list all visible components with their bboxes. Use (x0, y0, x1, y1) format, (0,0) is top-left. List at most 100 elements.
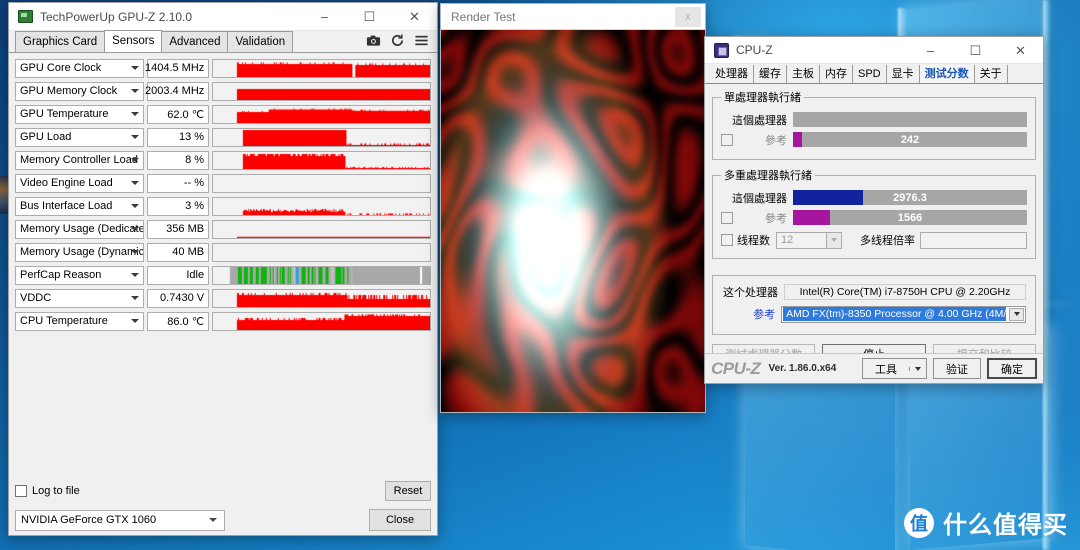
sensor-value: 0.7430 V (147, 288, 210, 308)
multi-thread-ref-bar: 1566 (793, 210, 1027, 225)
sensor-name-select[interactable]: Memory Usage (Dedicated) (15, 219, 145, 239)
sensor-row: GPU Load 13 % (15, 126, 431, 148)
maximize-icon[interactable]: ☐ (953, 35, 998, 65)
gpuz-app-icon (18, 10, 33, 23)
sensor-row: CPU Temperature 86.0 ℃ (15, 310, 431, 332)
chevron-down-icon (826, 232, 841, 248)
sensor-row: GPU Core Clock 1404.5 MHz (15, 57, 431, 79)
sensor-name-label: Memory Usage (Dedicated) (20, 223, 145, 235)
chevron-down-icon (131, 204, 140, 208)
tab-caches[interactable]: 缓存 (754, 65, 787, 83)
tab-validation[interactable]: Validation (227, 31, 294, 52)
watermark-mark: 值 (904, 507, 934, 538)
sensor-value: 3 % (147, 196, 210, 216)
threads-select[interactable]: 12 (776, 231, 842, 249)
gpuz-window-controls: – ☐ ✕ (302, 2, 437, 32)
menu-icon[interactable] (414, 33, 429, 48)
tab-processor[interactable]: 处理器 (710, 65, 754, 83)
minimize-icon[interactable]: – (302, 2, 347, 32)
gpuz-body: Graphics Card Sensors Advanced Validatio… (9, 30, 437, 535)
refresh-icon[interactable] (390, 33, 405, 48)
gpu-select[interactable]: NVIDIA GeForce GTX 1060 (15, 509, 225, 531)
ok-button[interactable]: 确定 (987, 358, 1037, 379)
sensor-value: 13 % (147, 127, 210, 147)
sensor-row: Memory Controller Load 8 % (15, 149, 431, 171)
render-test-titlebar[interactable]: Render Test x (441, 4, 705, 30)
sensor-graph (212, 311, 431, 331)
sensor-row: Video Engine Load -- % (15, 172, 431, 194)
tab-bench[interactable]: 测试分数 (919, 65, 975, 83)
sensor-name-label: Video Engine Load (20, 177, 113, 189)
threads-checkbox[interactable] (721, 234, 733, 246)
validate-button[interactable]: 验证 (933, 358, 981, 379)
tab-graphics-card[interactable]: Graphics Card (15, 31, 106, 52)
sensor-graph (212, 288, 431, 308)
sensor-name-label: Memory Controller Load (20, 154, 138, 166)
sensor-row: Bus Interface Load 3 % (15, 195, 431, 217)
multi-thread-legend: 多重處理器執行緒 (724, 170, 812, 182)
close-icon[interactable]: ✕ (998, 35, 1043, 65)
cpuz-window: CPU-Z – ☐ ✕ 处理器 缓存 主板 内存 SPD 显卡 测试分数 关于 … (704, 36, 1044, 384)
sensor-name-select[interactable]: Video Engine Load (15, 173, 145, 193)
reference-processor-select[interactable]: AMD FX(tm)-8350 Processor @ 4.00 GHz (4M… (781, 305, 1026, 323)
single-thread-ref-checkbox[interactable] (721, 133, 733, 146)
cpuz-tabstrip: 处理器 缓存 主板 内存 SPD 显卡 测试分数 关于 (705, 64, 1043, 84)
camera-icon[interactable] (366, 33, 381, 48)
multi-thread-ref-checkbox[interactable] (721, 211, 733, 224)
multi-thread-group: 多重處理器執行緒 這個處理器 2976.3 參考 1566 线程数 12 多线程… (712, 167, 1036, 259)
minimize-icon[interactable]: – (908, 35, 953, 65)
gpuz-titlebar[interactable]: TechPowerUp GPU-Z 2.10.0 – ☐ ✕ (9, 3, 437, 31)
multi-thread-ref-row: 參考 1566 (721, 209, 1027, 226)
chevron-down-icon (131, 135, 140, 139)
sensor-name-label: VDDC (20, 292, 52, 304)
sensor-name-select[interactable]: CPU Temperature (15, 311, 145, 331)
maximize-icon[interactable]: ☐ (347, 2, 392, 32)
multi-thread-this-cpu-label: 這個處理器 (732, 192, 787, 205)
chevron-down-icon[interactable] (909, 366, 926, 371)
chevron-down-icon (131, 273, 140, 277)
tab-graphics[interactable]: 显卡 (887, 65, 920, 83)
sensor-row: VDDC 0.7430 V (15, 287, 431, 309)
cpuz-body: 單處理器執行緒 這個處理器 參考 242 多重處理器執行緒 這個處理器 2976… (705, 84, 1043, 383)
sensor-name-select[interactable]: GPU Load (15, 127, 145, 147)
tab-mainboard[interactable]: 主板 (787, 65, 820, 83)
sensor-name-select[interactable]: Memory Controller Load (15, 150, 145, 170)
sensor-row: Memory Usage (Dynamic) 40 MB (15, 241, 431, 263)
tab-spd[interactable]: SPD (853, 65, 887, 83)
log-to-file-checkbox[interactable] (15, 485, 27, 497)
tab-sensors[interactable]: Sensors (104, 30, 163, 52)
reference-processor-label: 参考 (753, 309, 776, 321)
sensor-name-select[interactable]: GPU Memory Clock (15, 81, 145, 101)
close-icon[interactable]: x (675, 6, 701, 27)
sensor-name-select[interactable]: PerfCap Reason (15, 265, 145, 285)
chevron-down-icon (131, 158, 140, 162)
tools-button[interactable]: 工具 (862, 358, 927, 379)
cpuz-titlebar[interactable]: CPU-Z – ☐ ✕ (705, 37, 1043, 64)
sensor-name-select[interactable]: GPU Temperature (15, 104, 145, 124)
render-test-canvas (441, 30, 705, 412)
cpuz-version: Ver. 1.86.0.x64 (768, 363, 837, 374)
threads-value: 12 (781, 234, 794, 246)
tab-advanced[interactable]: Advanced (161, 31, 229, 52)
single-thread-ref-value: 242 (900, 133, 920, 146)
tab-memory[interactable]: 内存 (820, 65, 853, 83)
sensor-name-select[interactable]: VDDC (15, 288, 145, 308)
single-thread-ref-bar: 242 (793, 132, 1027, 147)
multi-thread-ref-label: 參考 (765, 212, 787, 225)
cpuz-title: CPU-Z (736, 43, 773, 57)
threads-row: 线程数 12 多线程倍率 (721, 230, 1027, 250)
chevron-down-icon (131, 112, 140, 116)
sensor-row: GPU Memory Clock 2003.4 MHz (15, 80, 431, 102)
sensor-name-select[interactable]: Bus Interface Load (15, 196, 145, 216)
sensor-name-select[interactable]: GPU Core Clock (15, 58, 145, 78)
sensor-name-select[interactable]: Memory Usage (Dynamic) (15, 242, 145, 262)
close-icon[interactable]: ✕ (392, 2, 437, 32)
chevron-down-icon[interactable] (1009, 307, 1024, 321)
multi-thread-this-cpu-row: 這個處理器 2976.3 (721, 189, 1027, 206)
reset-button[interactable]: Reset (385, 481, 431, 501)
gpu-select-value: NVIDIA GeForce GTX 1060 (21, 514, 157, 526)
threads-label: 线程数 (737, 235, 770, 247)
close-button[interactable]: Close (369, 509, 431, 531)
tab-about[interactable]: 关于 (975, 65, 1008, 83)
chevron-down-icon (131, 296, 140, 300)
